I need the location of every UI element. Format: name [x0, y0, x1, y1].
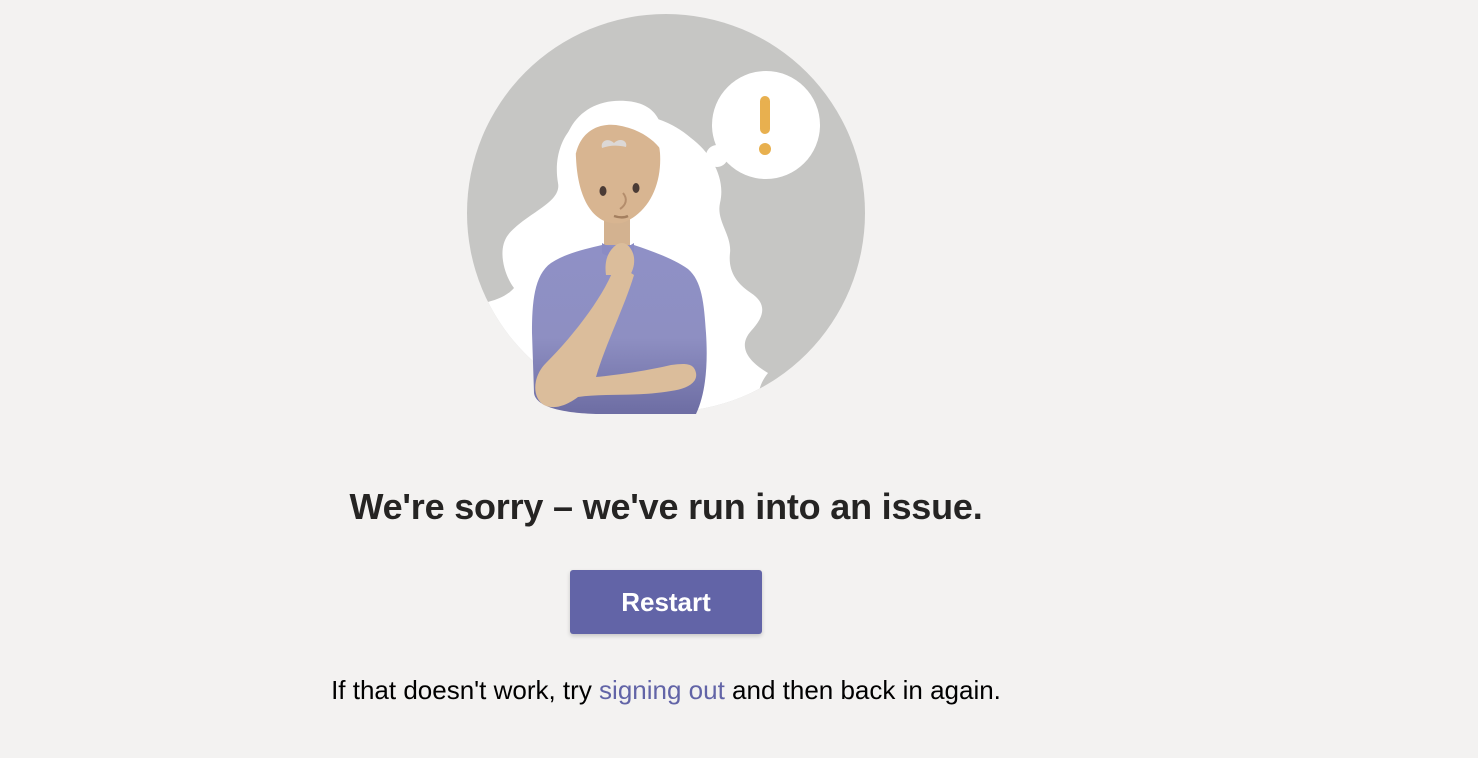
left-eye [599, 186, 607, 196]
restart-button[interactable]: Restart [570, 570, 762, 634]
right-eye [632, 183, 640, 193]
error-page: We're sorry – we've run into an issue. R… [0, 0, 1478, 758]
exclamation-mark-icon [759, 96, 771, 155]
sign-out-link[interactable]: signing out [599, 675, 725, 705]
error-headline: We're sorry – we've run into an issue. [349, 486, 983, 527]
help-message: If that doesn't work, try signing out an… [0, 675, 1332, 706]
thinking-person-illustration [467, 14, 865, 414]
mouth [613, 214, 629, 219]
help-prefix-text: If that doesn't work, try [331, 675, 600, 705]
thought-dot-small [688, 161, 702, 175]
help-suffix-text: and then back in again. [724, 675, 1001, 705]
